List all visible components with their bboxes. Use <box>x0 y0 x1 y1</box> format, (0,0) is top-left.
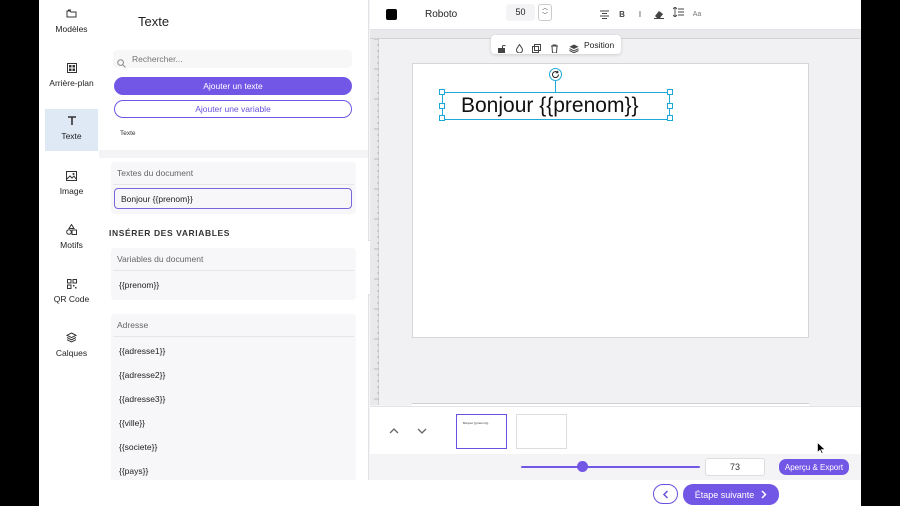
add-variable-button[interactable]: Ajouter une variable <box>114 100 352 118</box>
left-rail: Modèles Arrière-plan Texte Image Motifs <box>39 0 99 506</box>
text-color-swatch[interactable] <box>386 9 397 20</box>
footer-bar: Étape suivante <box>39 480 861 506</box>
font-family-select[interactable]: Roboto <box>425 9 457 20</box>
rail-label: Texte <box>61 131 82 141</box>
resize-handle-top-right[interactable] <box>667 89 673 95</box>
rail-label: Arrière-plan <box>49 78 94 88</box>
text-case-button[interactable]: Aa <box>691 8 703 20</box>
rail-item-calques[interactable]: Calques <box>45 326 98 368</box>
text-preset-label[interactable]: Texte <box>120 130 136 137</box>
text-panel: Texte Ajouter un texte Ajouter une varia… <box>99 0 369 480</box>
trash-icon[interactable] <box>550 40 559 54</box>
zoom-slider-track[interactable] <box>521 466 700 468</box>
chevron-right-icon <box>761 490 767 499</box>
format-toolbar: Roboto 50 ︿ ﹀ B I Aa <box>370 0 861 30</box>
duplicate-icon[interactable] <box>532 40 541 53</box>
chevron-up-icon[interactable]: ︿ <box>542 6 548 13</box>
line-height-icon[interactable] <box>672 6 684 18</box>
search-input[interactable] <box>132 54 332 64</box>
thumbnail-text: Bonjour {{prenom}} <box>463 421 489 425</box>
rail-item-motifs[interactable]: Motifs <box>45 218 98 260</box>
rail-item-texte[interactable]: Texte <box>45 109 98 151</box>
doc-text-item[interactable]: Bonjour {{prenom}} <box>114 188 352 209</box>
canvas-text[interactable]: Bonjour {{prenom}} <box>461 94 638 118</box>
zoom-input[interactable]: 73 <box>705 458 765 476</box>
chevron-up-icon[interactable] <box>388 424 400 436</box>
rotate-handle[interactable] <box>549 68 562 81</box>
panel-title: Texte <box>138 14 170 29</box>
mouse-cursor-icon <box>817 442 825 454</box>
align-center-icon[interactable] <box>598 8 610 20</box>
variable-item[interactable]: {{societe}} <box>119 442 157 452</box>
variable-item[interactable]: {{adresse1}} <box>119 346 165 356</box>
zoom-bar: 73 Aperçu & Export <box>370 454 861 480</box>
resize-handle-left[interactable] <box>439 103 445 109</box>
resize-handle-bottom-right[interactable] <box>667 115 673 121</box>
ruler-vertical <box>370 38 379 405</box>
variable-item[interactable]: {{pays}} <box>119 466 148 476</box>
font-size-input[interactable]: 50 <box>506 4 535 21</box>
layers-icon <box>66 332 77 343</box>
qr-code-icon <box>66 278 77 289</box>
add-text-button[interactable]: Ajouter un texte <box>114 77 352 95</box>
text-icon <box>66 115 77 126</box>
rotate-stem <box>555 80 556 92</box>
rail-label: Calques <box>55 348 88 358</box>
shapes-icon <box>66 224 77 235</box>
folder-icon <box>66 8 77 19</box>
doc-texts-heading: Textes du document <box>113 162 354 185</box>
bold-button[interactable]: B <box>616 8 628 20</box>
back-button[interactable] <box>653 484 678 504</box>
rail-label: Modèles <box>55 24 88 34</box>
resize-handle-bottom-left[interactable] <box>439 115 445 121</box>
eraser-icon[interactable] <box>653 8 665 20</box>
doc-vars-section: Variables du document <box>111 248 356 300</box>
search-icon <box>117 55 126 68</box>
element-toolbar: Position <box>491 35 621 54</box>
next-step-label: Étape suivante <box>694 489 755 500</box>
pages-bar: Bonjour {{prenom}} <box>370 406 861 454</box>
rail-label: Image <box>59 186 84 196</box>
rail-item-qr-code[interactable]: QR Code <box>45 272 98 314</box>
selected-text-element[interactable]: Bonjour {{prenom}} <box>439 89 673 121</box>
image-icon <box>66 170 77 181</box>
position-button[interactable]: Position <box>584 40 614 50</box>
chevron-left-icon <box>662 489 668 499</box>
page-thumbnail-1[interactable]: Bonjour {{prenom}} <box>456 414 507 449</box>
rail-item-modeles[interactable]: Modèles <box>45 2 98 44</box>
zoom-slider-knob[interactable] <box>576 461 588 472</box>
font-size-stepper[interactable]: ︿ ﹀ <box>538 4 552 21</box>
variable-item[interactable]: {{adresse2}} <box>119 370 165 380</box>
next-step-button[interactable]: Étape suivante <box>683 484 779 505</box>
opacity-icon[interactable] <box>515 40 524 54</box>
address-heading: Adresse <box>113 314 354 337</box>
resize-handle-top-left[interactable] <box>439 89 445 95</box>
doc-vars-heading: Variables du document <box>113 248 354 271</box>
variable-item[interactable]: {{prenom}} <box>119 280 159 290</box>
rail-item-arriere-plan[interactable]: Arrière-plan <box>45 56 98 98</box>
section-divider <box>99 150 368 158</box>
rail-label: Motifs <box>60 240 83 250</box>
search-box[interactable] <box>113 50 352 68</box>
insert-variables-heading: INSÉRER DES VARIABLES <box>109 228 231 238</box>
resize-handle-right[interactable] <box>667 103 673 109</box>
layers-icon[interactable] <box>569 40 579 54</box>
chevron-down-icon[interactable]: ﹀ <box>542 13 548 20</box>
rail-item-image[interactable]: Image <box>45 164 98 206</box>
variable-item[interactable]: {{adresse3}} <box>119 394 165 404</box>
grid-icon <box>66 62 77 73</box>
page-thumbnail-2[interactable] <box>516 414 567 449</box>
chevron-down-icon[interactable] <box>416 424 428 436</box>
unlock-icon[interactable] <box>497 40 506 53</box>
rail-label: QR Code <box>53 294 90 304</box>
rotate-icon <box>552 70 560 78</box>
app-window: Modèles Arrière-plan Texte Image Motifs <box>39 0 861 506</box>
preview-export-button[interactable]: Aperçu & Export <box>779 459 849 475</box>
italic-button[interactable]: I <box>634 8 646 20</box>
variable-item[interactable]: {{ville}} <box>119 418 145 428</box>
